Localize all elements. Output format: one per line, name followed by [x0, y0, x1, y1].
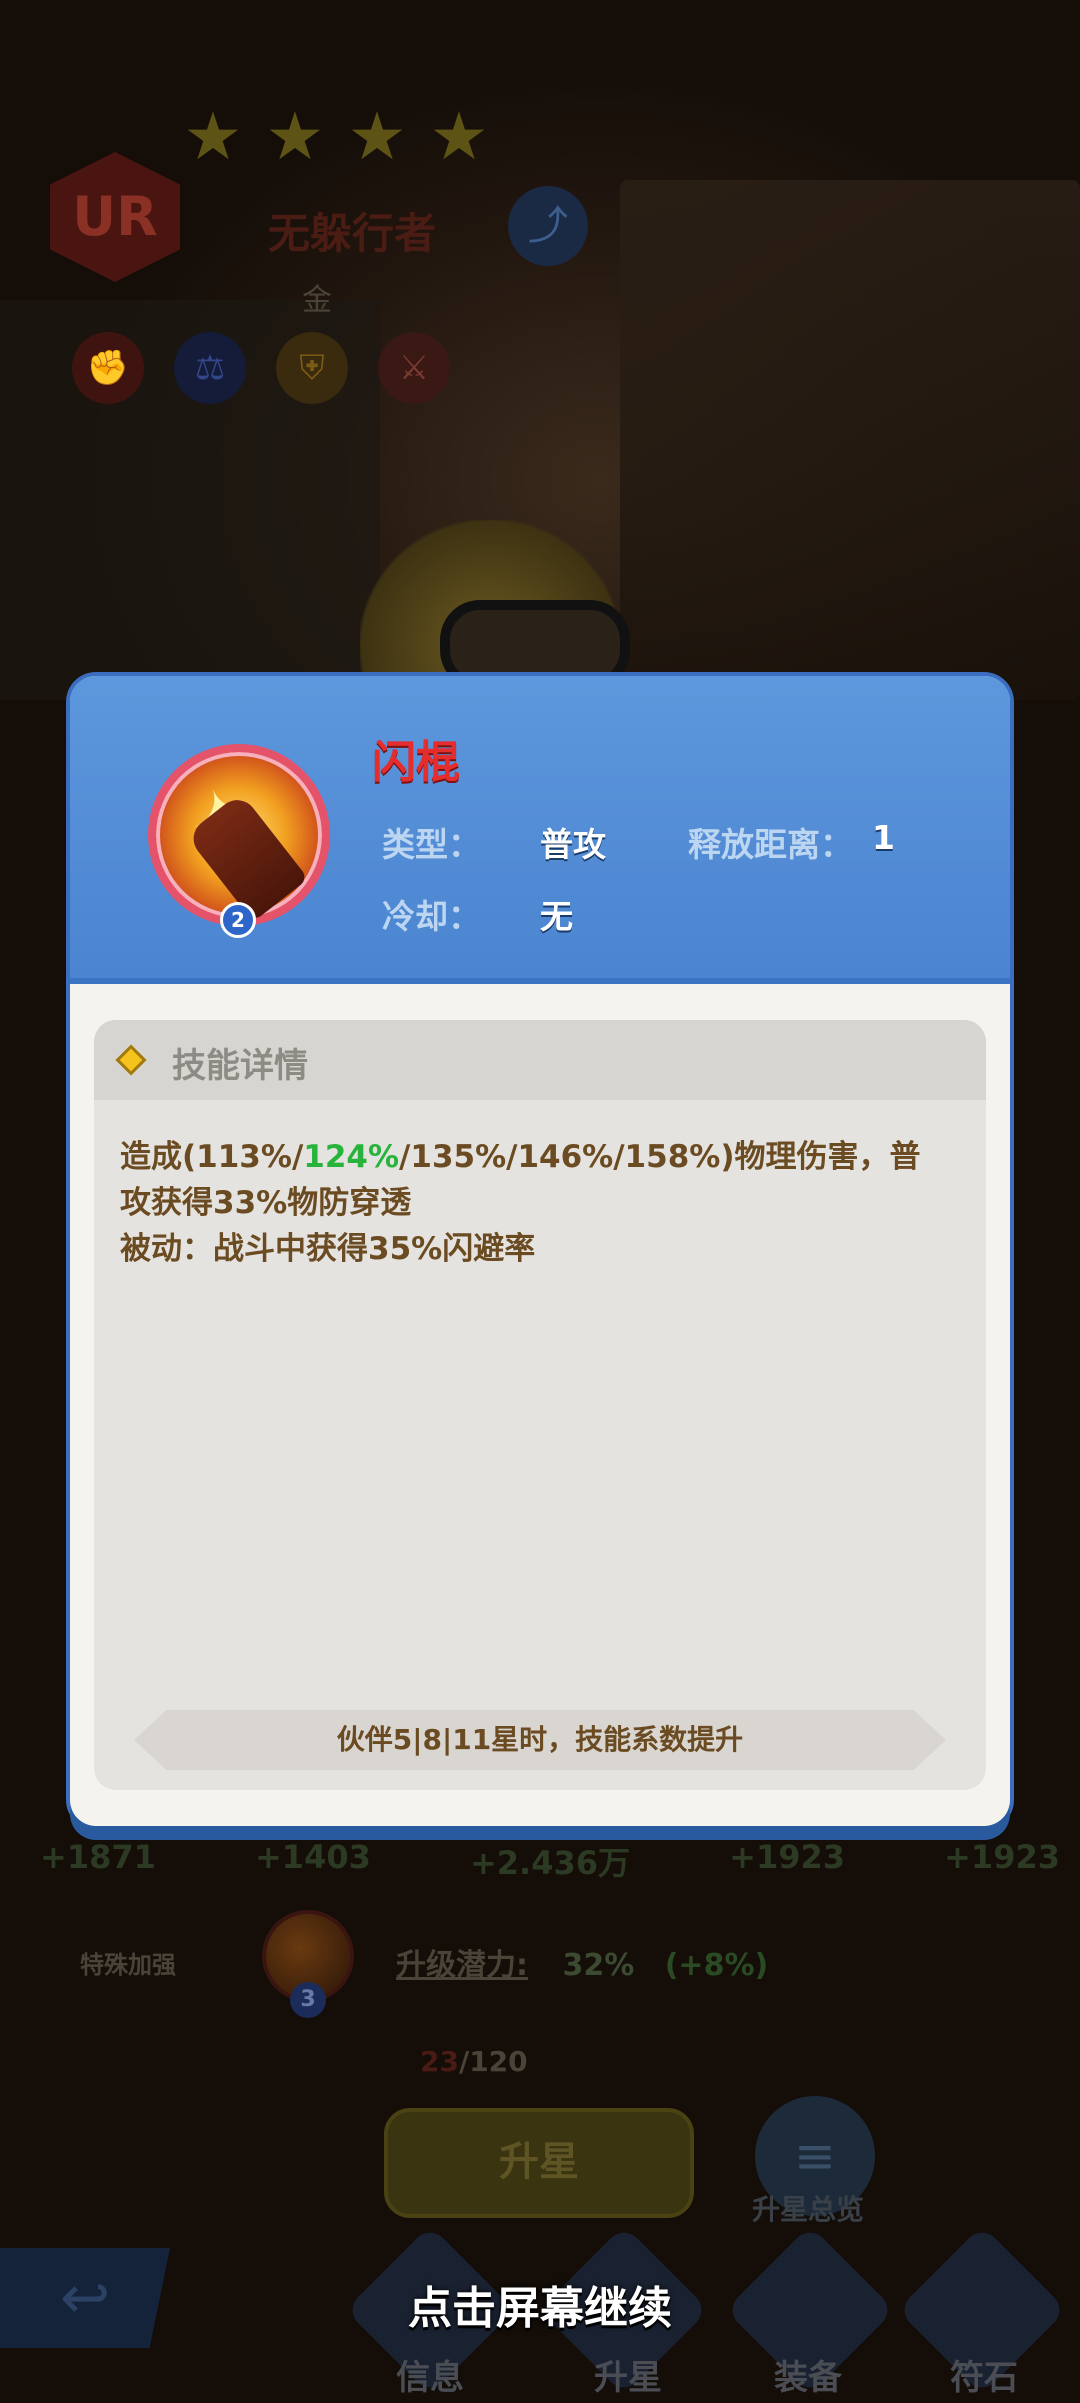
stats-row: +1871 +1403 +2.436万 +1923 +1923 [40, 1838, 1060, 1884]
shield-icon[interactable]: ⛨ [276, 332, 348, 404]
skill-range: 释放距离： [688, 818, 853, 866]
potential-value: 32% [562, 1948, 635, 1983]
skill-description: 造成(113%/124%/135%/146%/158%)物理伤害，普 攻获得33… [94, 1100, 986, 1272]
skill-cooldown-value-wrap: 无 [540, 890, 573, 938]
hero-stars: ★ ★ ★ ★ [180, 104, 492, 170]
type-value: 普攻 [540, 825, 606, 864]
detail-title: 技能详情 [172, 1046, 308, 1086]
scale-icon[interactable]: ⚖ [174, 332, 246, 404]
skill-detail-modal: ✦ 2 闪棍 类型： 普攻 释放距离： 1 冷却： 无 技能详情 造成(113%… [70, 676, 1010, 1826]
fist-icon[interactable]: ✊ [72, 332, 144, 404]
star-up-button[interactable]: 升星 [384, 2108, 694, 2218]
stat-magic-def: +1923 [944, 1838, 1060, 1876]
upgrade-potential: 升级潜力: 32% (+8%) [396, 1940, 768, 1984]
potential-label[interactable]: 升级潜力: [396, 1948, 528, 1983]
skill-level-badge: 2 [220, 902, 256, 938]
share-button[interactable]: ⤴ [508, 186, 588, 266]
nav-star-up-label: 升星 [594, 2358, 662, 2398]
sword-badge-icon[interactable]: ⚔ [378, 332, 450, 404]
cooldown-label: 冷却： [382, 897, 481, 936]
skill-type-value-wrap: 普攻 [540, 818, 606, 866]
nav-rune-label: 符石 [950, 2358, 1018, 2398]
skill-header: ✦ 2 闪棍 类型： 普攻 释放距离： 1 冷却： 无 [70, 676, 1010, 984]
skill-cooldown: 冷却： [382, 890, 481, 938]
desc-part2: /135%/146%/158%)物理伤害，普 [399, 1139, 921, 1175]
share-icon: ⤴ [528, 203, 568, 249]
diamond-icon [115, 1044, 147, 1076]
skill-detail-panel: 技能详情 造成(113%/124%/135%/146%/158%)物理伤害，普 … [94, 1020, 986, 1790]
detail-header: 技能详情 [94, 1020, 986, 1100]
progress-max: /120 [458, 2045, 528, 2078]
upgrade-note: 伙伴5|8|11星时，技能系数提升 [134, 1710, 946, 1770]
stat-physical-def: +1923 [729, 1838, 845, 1876]
star-icon: ★ [347, 98, 407, 175]
stat-magic: +1403 [254, 1838, 371, 1876]
skill-icon: ✦ [148, 744, 330, 926]
range-value: 1 [872, 818, 895, 857]
nav-info-label: 信息 [396, 2358, 464, 2398]
description-line-1: 造成(113%/124%/135%/146%/158%)物理伤害，普 [120, 1134, 960, 1180]
special-label: 特殊加强 [80, 1951, 176, 1979]
nav-equipment-label: 装备 [774, 2358, 842, 2398]
skill-type: 类型： [382, 818, 481, 866]
description-line-2: 攻获得33%物防穿透 [120, 1185, 412, 1221]
stat-attack: +1871 [40, 1838, 156, 1876]
potential-delta: (+8%) [664, 1948, 769, 1983]
attribute-icons: ✊ ⚖ ⛨ ⚔ [72, 332, 450, 404]
description-line-3: 被动：战斗中获得35%闪避率 [120, 1231, 536, 1267]
star-fragment-progress: 23/120 [420, 2045, 528, 2078]
star-icon: ★ [429, 98, 489, 175]
range-label: 释放距离： [688, 825, 853, 864]
cooldown-value: 无 [540, 897, 573, 936]
progress-current: 23 [420, 2045, 459, 2078]
special-skill-level: 3 [290, 1982, 326, 2018]
skill-range-value-wrap: 1 [872, 818, 895, 857]
background-shelf [620, 180, 1080, 700]
desc-part1: 造成(113%/ [120, 1139, 304, 1175]
menu-icon: ≡ [794, 2127, 836, 2185]
desc-highlight: 124% [303, 1139, 400, 1175]
type-label: 类型： [382, 825, 481, 864]
hero-name: 无躲行者 [268, 209, 437, 258]
skill-name: 闪棍 [372, 737, 460, 788]
stat-hp: +2.436万 [469, 1844, 631, 1882]
star-overview-label: 升星总览 [752, 2193, 865, 2226]
star-icon: ★ [265, 98, 325, 175]
hero-subtitle: 金 [302, 283, 332, 318]
star-icon: ★ [183, 98, 243, 175]
tap-to-continue[interactable]: 点击屏幕继续 [0, 2272, 1080, 2336]
